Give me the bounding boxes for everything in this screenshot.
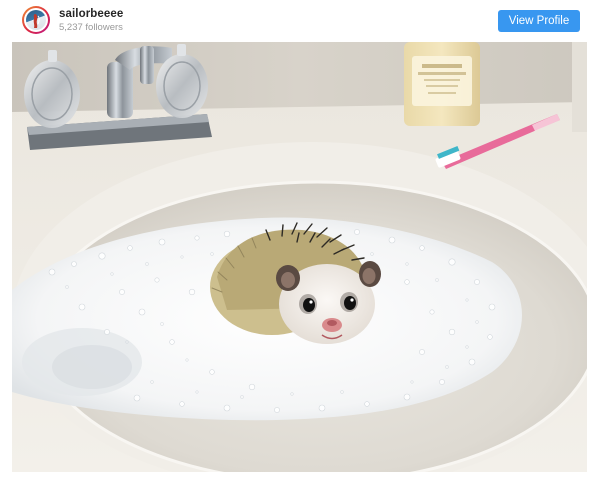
view-profile-button[interactable]: View Profile (498, 10, 580, 32)
instagram-embed: sailorbeeee 5,237 followers View Profile (0, 0, 600, 480)
hedgehog-photo (12, 42, 587, 472)
embed-header: sailorbeeee 5,237 followers View Profile (0, 0, 600, 42)
avatar-icon (26, 10, 46, 30)
username[interactable]: sailorbeeee (59, 8, 123, 20)
avatar[interactable] (22, 6, 50, 34)
follower-count: 5,237 followers (59, 22, 123, 33)
post-photo[interactable] (12, 42, 587, 472)
